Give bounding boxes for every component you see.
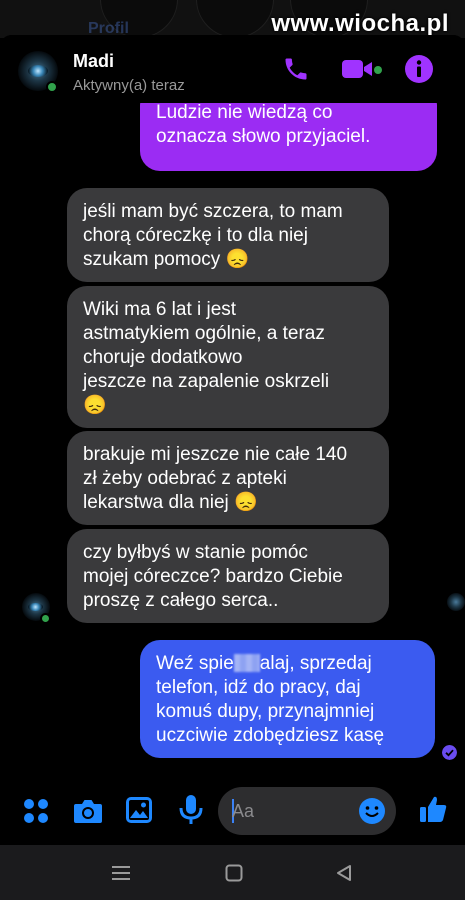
- message-line: Weź spie alaj, sprzedaj: [156, 652, 419, 676]
- outgoing-message[interactable]: Weź spie alaj, sprzedaj telefon, idź do p…: [140, 640, 435, 758]
- message-line: brakuje mi jeszcze nie całe 140: [83, 444, 348, 465]
- incoming-message[interactable]: Wiki ma 6 lat i jest astmatykiem ogólnie…: [67, 286, 389, 428]
- phone-icon[interactable]: [282, 55, 310, 83]
- message-line: Wiki ma 6 lat i jest: [83, 299, 237, 320]
- message-line: astmatykiem ogólnie, a teraz: [83, 323, 325, 344]
- message-line: jeśli mam być szczera, to mam: [83, 201, 343, 222]
- message-line: 😞: [83, 395, 107, 416]
- message-line: komuś dupy, przynajmniej: [156, 701, 375, 722]
- message-line: oznacza słowo przyjaciel.: [156, 126, 371, 147]
- apps-icon[interactable]: [22, 797, 50, 825]
- info-icon[interactable]: [404, 54, 434, 84]
- composer-bar: [0, 783, 465, 845]
- message-line: szukam pomocy 😞: [83, 249, 250, 270]
- message-line: uczciwie zdobędziesz kasę: [156, 725, 385, 746]
- message-circle: [196, 0, 274, 38]
- menu-nav-icon[interactable]: [112, 865, 130, 881]
- incoming-message[interactable]: jeśli mam być szczera, to mam chorą córe…: [67, 188, 389, 282]
- message-line: chorą córeczkę i to dla niej: [83, 225, 308, 246]
- message-line: proszę z całego serca..: [83, 590, 279, 611]
- seen-avatar: [447, 593, 465, 611]
- message-line: Ludzie nie wiedzą co: [156, 102, 333, 123]
- system-navbar: [0, 845, 465, 900]
- message-text: alaj, sprzedaj: [259, 653, 372, 674]
- message-line: choruje dodatkowo: [83, 347, 243, 368]
- camera-icon[interactable]: [73, 797, 103, 825]
- home-nav-icon[interactable]: [225, 864, 243, 882]
- video-icon[interactable]: [342, 57, 382, 83]
- top-strip: Profil www.wiocha.pl: [0, 0, 465, 38]
- message-line: zł żeby odebrać z apteki: [83, 468, 287, 489]
- image-icon[interactable]: [125, 796, 153, 824]
- censor-blur: [233, 654, 260, 672]
- message-input-container[interactable]: [218, 787, 396, 835]
- message-line: telefon, idź do pracy, daj: [156, 677, 361, 698]
- chat-screen: Madi Aktywny(a) teraz mojego życia to i …: [0, 35, 465, 845]
- incoming-message[interactable]: brakuje mi jeszcze nie całe 140 zł żeby …: [67, 431, 389, 525]
- delivered-check-icon: [442, 745, 457, 760]
- online-indicator: [46, 81, 58, 93]
- back-nav-icon[interactable]: [336, 864, 352, 882]
- contact-status: Aktywny(a) teraz: [73, 77, 185, 94]
- message-line: mojej córeczce? bardzo Ciebie: [83, 566, 343, 587]
- message-line: czy byłbyś w stanie pomóc: [83, 542, 308, 563]
- emoji-icon[interactable]: [358, 797, 386, 825]
- message-input[interactable]: [232, 787, 352, 835]
- message-line: mojego życia to i tak uderzę.: [156, 85, 397, 99]
- microphone-icon[interactable]: [178, 794, 204, 826]
- online-indicator: [40, 613, 51, 624]
- outgoing-message[interactable]: mojego życia to i tak uderzę. Ludzie nie…: [140, 85, 437, 171]
- contact-name[interactable]: Madi: [73, 51, 114, 72]
- message-line: lekarstwa dla niej 😞: [83, 492, 258, 513]
- incoming-message[interactable]: czy byłbyś w stanie pomóc mojej córeczce…: [67, 529, 389, 623]
- message-text: Weź spie: [156, 653, 234, 674]
- message-line: jeszcze na zapalenie oskrzeli: [83, 371, 330, 392]
- watermark: www.wiocha.pl: [271, 10, 449, 37]
- thumbs-up-icon[interactable]: [418, 794, 448, 824]
